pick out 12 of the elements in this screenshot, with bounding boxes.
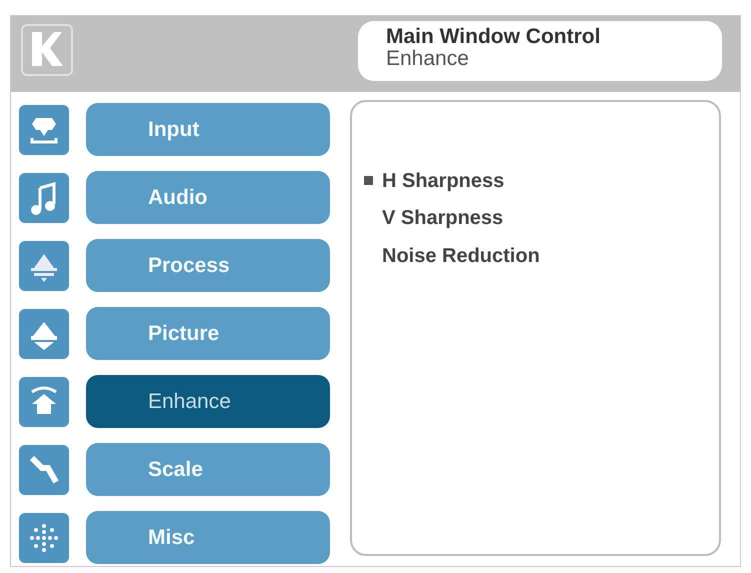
menu-button[interactable]: Enhance bbox=[86, 375, 330, 428]
menu-option[interactable]: V Sharpness bbox=[382, 203, 504, 234]
menu-button[interactable]: Misc bbox=[86, 511, 330, 564]
menu-option[interactable]: Noise Reduction bbox=[382, 240, 540, 271]
menu-button[interactable]: Process bbox=[86, 239, 330, 292]
menu-button[interactable]: Scale bbox=[86, 443, 330, 496]
menu-option[interactable]: H Sharpness bbox=[382, 166, 504, 196]
window-title: Main Window Control bbox=[386, 26, 602, 48]
menu-button[interactable]: Picture bbox=[86, 307, 330, 360]
menu-button[interactable]: Input bbox=[86, 103, 330, 156]
window-subtitle: Enhance bbox=[386, 48, 470, 70]
menu-button[interactable]: Audio bbox=[86, 171, 330, 224]
